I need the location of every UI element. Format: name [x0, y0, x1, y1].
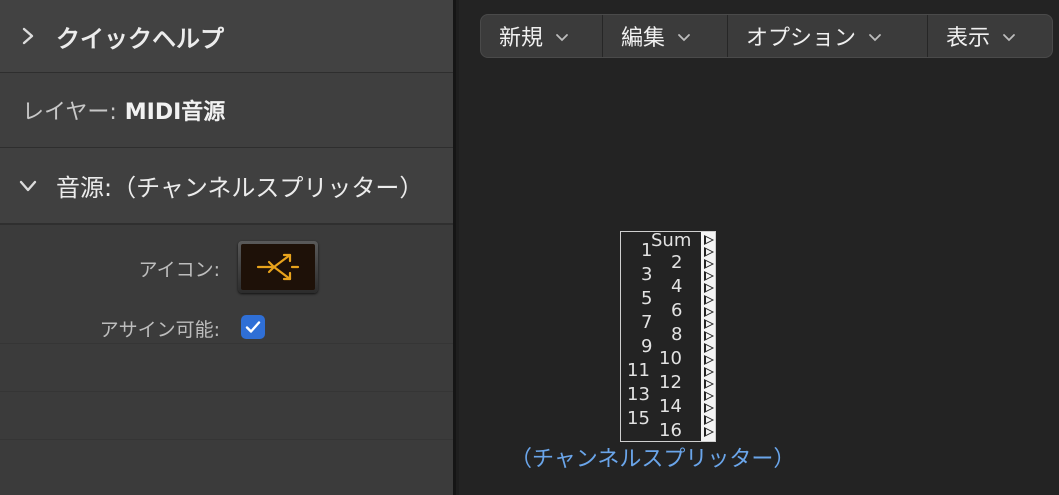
port-number-even: 8	[671, 324, 683, 345]
output-port-triangle[interactable]	[704, 259, 714, 269]
divider	[0, 343, 453, 344]
output-port-triangle[interactable]	[704, 427, 714, 437]
menu-options[interactable]: オプション	[728, 15, 928, 57]
port-number-odd: 1	[641, 240, 653, 261]
output-port-triangle[interactable]	[704, 415, 714, 425]
environment-window[interactable]: 新規 編集 オプション 表示 Sum 1 3 5 7 9 11 13 15 2 4 6 8 10 12 14…	[459, 0, 1059, 495]
chevron-down-icon[interactable]	[0, 179, 56, 193]
menu-new[interactable]: 新規	[481, 15, 603, 57]
output-port-triangle[interactable]	[704, 379, 714, 389]
layer-label: レイヤー:	[22, 100, 117, 125]
port-number-even: 4	[671, 276, 683, 297]
output-port-triangle[interactable]	[704, 247, 714, 257]
channel-splitter-object[interactable]: Sum 1 3 5 7 9 11 13 15 2 4 6 8 10 12 14 16	[620, 230, 716, 442]
divider	[0, 439, 453, 440]
port-number-odd: 5	[641, 288, 653, 309]
layer-row: レイヤー: MIDI音源	[0, 73, 453, 148]
channel-splitter-icon	[256, 253, 300, 281]
output-port-strip[interactable]	[701, 232, 715, 441]
output-port-triangle[interactable]	[704, 355, 714, 365]
port-number-odd: 15	[627, 408, 650, 429]
layer-value: MIDI音源	[124, 100, 226, 125]
port-number-odd: 7	[641, 312, 653, 333]
assignable-label: アサイン可能:	[99, 319, 220, 341]
output-port-triangle[interactable]	[704, 403, 714, 413]
port-number-even: 6	[671, 300, 683, 321]
menu-label: 編集	[621, 26, 666, 51]
icon-label: アイコン:	[138, 259, 220, 281]
menu-label: オプション	[746, 26, 857, 51]
output-port-triangle[interactable]	[704, 331, 714, 341]
output-port-triangle[interactable]	[704, 367, 714, 377]
source-title: 音源:（チャンネルスプリッター）	[56, 174, 424, 202]
source-header[interactable]: 音源:（チャンネルスプリッター）	[0, 148, 453, 225]
divider	[0, 391, 453, 392]
quick-help-header[interactable]: クイックヘルプ	[0, 0, 453, 73]
inspector-panel: クイックヘルプ レイヤー: MIDI音源 音源:（チャンネルスプリッター） アイ…	[0, 0, 456, 495]
icon-picker[interactable]	[238, 241, 318, 293]
output-port-triangle[interactable]	[704, 271, 714, 281]
port-number-even: 2	[671, 252, 683, 273]
port-number-odd: 13	[627, 384, 650, 405]
chevron-down-icon	[869, 33, 881, 41]
chevron-down-icon	[556, 33, 568, 41]
menu-edit[interactable]: 編集	[603, 15, 728, 57]
port-number-even: 10	[659, 348, 682, 369]
menu-label: 新規	[499, 26, 544, 51]
port-number-even: 12	[659, 372, 682, 393]
output-port-triangle[interactable]	[704, 343, 714, 353]
checkmark-icon	[245, 321, 261, 333]
output-port-triangle[interactable]	[704, 295, 714, 305]
port-number-even: 14	[659, 396, 682, 417]
sum-label: Sum	[651, 230, 692, 251]
output-port-triangle[interactable]	[704, 391, 714, 401]
chevron-down-icon	[678, 33, 690, 41]
port-number-odd: 11	[627, 360, 650, 381]
port-number-odd: 9	[641, 336, 653, 357]
object-name-label[interactable]: （チャンネルスプリッター）	[510, 441, 795, 473]
object-properties: アイコン: アサイン可能:	[0, 225, 453, 495]
menu-label: 表示	[946, 26, 991, 51]
environment-toolbar: 新規 編集 オプション 表示	[480, 14, 1053, 58]
output-port-triangle[interactable]	[704, 235, 714, 245]
menu-view[interactable]: 表示	[928, 15, 1052, 57]
port-number-even: 16	[659, 420, 682, 441]
output-port-triangle[interactable]	[704, 319, 714, 329]
chevron-right-icon[interactable]	[0, 26, 56, 46]
output-port-triangle[interactable]	[704, 307, 714, 317]
output-port-triangle[interactable]	[704, 283, 714, 293]
quick-help-title: クイックヘルプ	[56, 24, 224, 53]
chevron-down-icon	[1003, 33, 1015, 41]
assignable-checkbox[interactable]	[241, 315, 265, 339]
port-number-odd: 3	[641, 264, 653, 285]
